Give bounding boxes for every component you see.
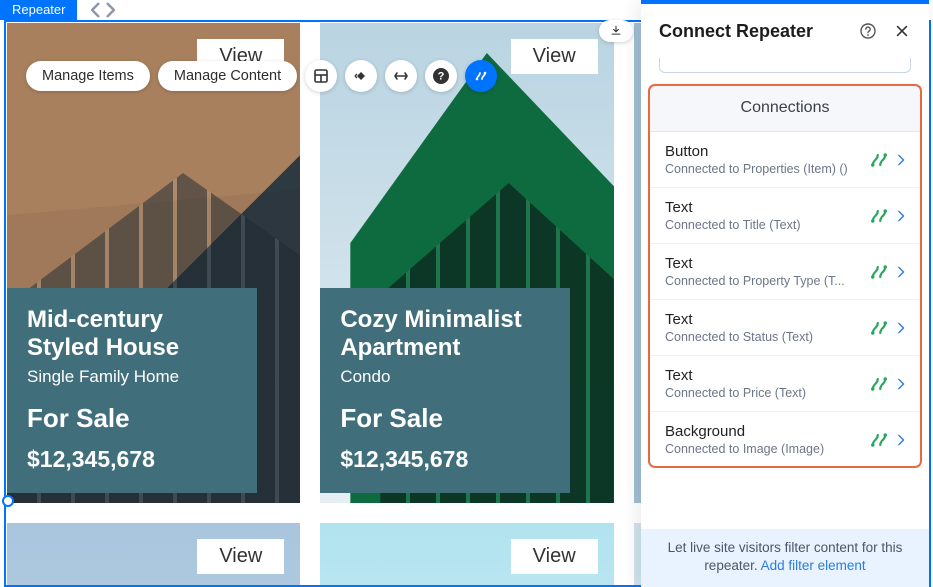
- dataset-selector[interactable]: [659, 58, 911, 73]
- connection-subtitle: Connected to Title (Text): [665, 218, 869, 232]
- connections-group: Connections Button Connected to Properti…: [649, 85, 921, 467]
- connection-row-text-status[interactable]: Text Connected to Status (Text): [649, 300, 921, 356]
- repeater-item[interactable]: View: [320, 523, 613, 587]
- connected-icon: [869, 150, 889, 170]
- panel-title: Connect Repeater: [659, 21, 847, 42]
- connected-icon: [869, 374, 889, 394]
- tab-repeater[interactable]: Repeater: [0, 0, 77, 20]
- connect-data-icon[interactable]: [465, 60, 497, 92]
- tab-embed-icon[interactable]: [77, 0, 129, 20]
- panel-close-icon[interactable]: [889, 18, 915, 44]
- connection-row-text-title[interactable]: Text Connected to Title (Text): [649, 188, 921, 244]
- help-icon[interactable]: [425, 60, 457, 92]
- card-status: For Sale: [27, 403, 237, 434]
- connection-subtitle: Connected to Price (Text): [665, 386, 869, 400]
- animation-icon[interactable]: [345, 60, 377, 92]
- panel-footer: Let live site visitors filter content fo…: [641, 529, 929, 587]
- repeater-item[interactable]: View: [7, 523, 300, 587]
- repeater-item[interactable]: View Mid-century Styled House Single Fam…: [7, 23, 300, 503]
- card-overlay: Mid-century Styled House Single Family H…: [7, 288, 257, 493]
- connection-row-button[interactable]: Button Connected to Properties (Item) (): [649, 132, 921, 188]
- connection-title: Text: [665, 199, 869, 216]
- connection-subtitle: Connected to Image (Image): [665, 442, 869, 456]
- add-filter-link[interactable]: Add filter element: [761, 558, 866, 573]
- view-button[interactable]: View: [511, 539, 598, 574]
- card-title: Cozy Minimalist Apartment: [340, 306, 550, 361]
- connection-row-background[interactable]: Background Connected to Image (Image): [649, 412, 921, 467]
- connected-icon: [869, 262, 889, 282]
- connected-icon: [869, 430, 889, 450]
- panel-header: Connect Repeater: [641, 4, 929, 58]
- repeater-item[interactable]: View Cozy Minimalist Apartment Condo For…: [320, 23, 613, 503]
- chevron-right-icon: [895, 433, 909, 447]
- connection-subtitle: Connected to Status (Text): [665, 330, 869, 344]
- chevron-right-icon: [895, 321, 909, 335]
- layout-icon[interactable]: [305, 60, 337, 92]
- panel-body: Connections Button Connected to Properti…: [641, 58, 929, 529]
- card-status: For Sale: [340, 403, 550, 434]
- card-type: Condo: [340, 367, 550, 387]
- card-overlay: Cozy Minimalist Apartment Condo For Sale…: [320, 288, 570, 493]
- connected-icon: [869, 318, 889, 338]
- connection-title: Text: [665, 367, 869, 384]
- connection-title: Background: [665, 423, 869, 440]
- connected-icon: [869, 206, 889, 226]
- chevron-right-icon: [895, 265, 909, 279]
- connection-title: Text: [665, 311, 869, 328]
- view-button[interactable]: View: [511, 39, 598, 74]
- connection-title: Button: [665, 143, 869, 160]
- connection-subtitle: Connected to Property Type (T...: [665, 274, 869, 288]
- resize-handle[interactable]: [2, 495, 14, 507]
- connection-subtitle: Connected to Properties (Item) (): [665, 162, 869, 176]
- manage-content-button[interactable]: Manage Content: [158, 61, 297, 91]
- stretch-icon[interactable]: [385, 60, 417, 92]
- connection-row-text-price[interactable]: Text Connected to Price (Text): [649, 356, 921, 412]
- card-price: $12,345,678: [340, 446, 550, 473]
- card-title: Mid-century Styled House: [27, 306, 237, 361]
- connection-row-text-type[interactable]: Text Connected to Property Type (T...: [649, 244, 921, 300]
- download-icon[interactable]: [599, 20, 633, 42]
- chevron-right-icon: [895, 209, 909, 223]
- connect-repeater-panel: Connect Repeater Connections Button Conn…: [641, 0, 929, 587]
- chevron-right-icon: [895, 377, 909, 391]
- card-price: $12,345,678: [27, 446, 237, 473]
- manage-items-button[interactable]: Manage Items: [26, 61, 150, 91]
- view-button[interactable]: View: [197, 539, 284, 574]
- element-action-bar: Manage Items Manage Content: [26, 60, 497, 92]
- panel-help-icon[interactable]: [855, 18, 881, 44]
- chevron-right-icon: [895, 153, 909, 167]
- card-type: Single Family Home: [27, 367, 237, 387]
- connections-heading: Connections: [649, 85, 921, 132]
- connection-title: Text: [665, 255, 869, 272]
